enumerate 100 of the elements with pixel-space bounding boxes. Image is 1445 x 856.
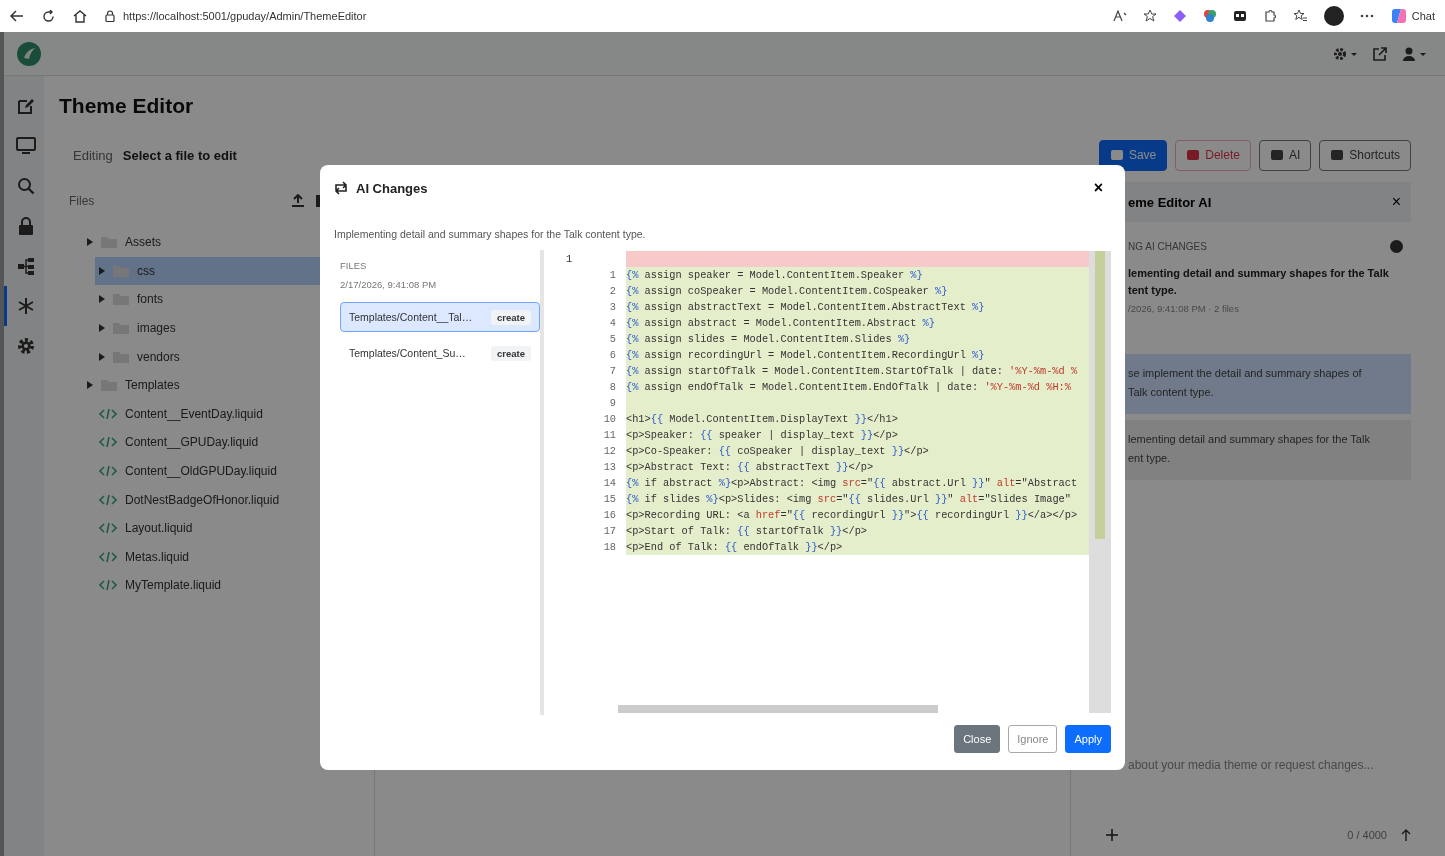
code-icon (99, 550, 117, 563)
copilot-icon (1389, 8, 1408, 24)
external-link-icon[interactable] (1373, 46, 1387, 61)
panel-title: eme Editor AI (1128, 194, 1212, 210)
caret-icon (87, 381, 93, 390)
sync-icon (334, 181, 348, 195)
line-number: 9 (608, 397, 617, 409)
scrollbar[interactable] (618, 705, 938, 713)
page-title: Theme Editor (59, 94, 195, 118)
modal-title: AI Changes (356, 180, 428, 196)
line-number: 18 (602, 541, 617, 553)
dialog-button[interactable]: Ignore (1008, 725, 1058, 753)
line-number: 13 (602, 461, 617, 473)
timestamp: 2/17/2026, 9:41:08 PM (340, 279, 438, 290)
line-number: 4 (608, 317, 617, 329)
monitor-icon (15, 137, 36, 155)
line-number: 7 (608, 365, 617, 377)
lock-icon (17, 217, 34, 235)
profile-avatar[interactable] (1323, 6, 1344, 26)
upload-icon[interactable] (291, 194, 305, 208)
sitemap-icon (16, 257, 35, 275)
section-heading: NG AI CHANGES (1128, 241, 1207, 252)
send-icon[interactable] (1401, 829, 1411, 841)
action-badge: create (491, 345, 531, 361)
file-row[interactable]: DotNestBadgeOfHonor.liquid (95, 485, 329, 514)
refresh-icon[interactable] (42, 9, 55, 23)
line-number: 10 (602, 413, 617, 425)
file-row[interactable]: Metas.liquid (95, 542, 329, 572)
logo-icon[interactable] (16, 40, 42, 67)
caret-icon (99, 295, 105, 304)
diamond-icon[interactable] (1172, 9, 1187, 23)
toolbar-button[interactable]: AI (1258, 139, 1312, 171)
change-title: lementing detail and summary shapes for the Talk (1128, 266, 1390, 281)
line-number: 16 (602, 509, 617, 521)
toolbar-button[interactable]: Delete (1175, 139, 1251, 171)
line-number: 1 (608, 269, 617, 281)
caret-icon (87, 238, 93, 247)
home-icon[interactable] (73, 9, 87, 23)
file-item[interactable]: Templates/Content_Su… create (340, 338, 540, 368)
line-number: 15 (602, 493, 617, 505)
address-bar[interactable]: https://localhost:5001/gpuday/Admin/ThemeEditor (105, 10, 367, 22)
code-icon (99, 407, 117, 420)
code-icon (99, 522, 117, 535)
folder-row[interactable]: images (95, 313, 329, 343)
change-title: tent type. (1128, 283, 1178, 298)
folder-row[interactable]: vendors (95, 342, 329, 371)
file-row[interactable]: MyTemplate.liquid (95, 571, 329, 600)
caret-icon (99, 324, 105, 333)
file-row[interactable]: Content__EventDay.liquid (95, 399, 329, 429)
line-number: 2 (608, 285, 617, 297)
code-icon (99, 579, 117, 592)
line-number: 6 (608, 349, 617, 361)
line-number: 11 (602, 429, 617, 441)
line-number: 12 (602, 445, 617, 457)
settings-icon[interactable] (1333, 46, 1357, 61)
folder-row[interactable]: Assets (83, 228, 329, 257)
line-number: 3 (608, 301, 617, 313)
caret-icon (99, 352, 105, 361)
line-number: 5 (608, 333, 617, 345)
modal-description: Implementing detail and summary shapes for the Talk content type. (333, 227, 647, 242)
folder-row[interactable]: Templates (83, 370, 329, 400)
code-icon (99, 465, 117, 478)
back-icon[interactable] (10, 10, 24, 22)
plus-icon[interactable] (1106, 829, 1118, 841)
file-row[interactable]: Content__GPUDay.liquid (95, 428, 329, 457)
code-icon (99, 493, 117, 506)
gear-icon (16, 337, 35, 355)
line-number: 14 (602, 477, 617, 489)
extension-icon[interactable] (1232, 9, 1247, 23)
line-number: 1 (565, 253, 574, 265)
more-icon[interactable] (1359, 14, 1374, 18)
file-item[interactable]: Templates/Content__Tal… create (340, 302, 540, 332)
files-heading: FILES (340, 260, 368, 271)
dialog-button[interactable]: Apply (1065, 725, 1111, 753)
toolbar-button[interactable]: Save (1098, 139, 1168, 171)
user-icon[interactable] (1403, 46, 1427, 61)
char-counter: 0 / 4000 (1347, 829, 1387, 841)
toolbar-button[interactable]: Shortcuts (1319, 139, 1411, 171)
line-number: 17 (602, 525, 617, 537)
read-aloud-icon[interactable] (1112, 10, 1127, 22)
editing-file: Select a file to edit (122, 147, 237, 163)
close-button[interactable]: × (1381, 193, 1411, 211)
dialog-button[interactable]: Close (954, 725, 1001, 753)
line-number: 8 (608, 381, 617, 393)
chat-input[interactable]: about your media theme or request changes... (1076, 750, 1411, 780)
scrollbar[interactable] (1089, 251, 1111, 713)
chat-button[interactable]: Chat (1389, 8, 1435, 24)
file-row[interactable]: Content__OldGPUDay.liquid (95, 456, 329, 486)
puzzle-icon[interactable] (1262, 9, 1277, 23)
file-row[interactable]: Layout.liquid (95, 513, 329, 543)
star-icon[interactable] (1142, 9, 1157, 23)
close-button[interactable]: × (1089, 179, 1107, 197)
editing-label: Editing (73, 147, 113, 163)
search-icon (16, 177, 35, 195)
snowflake-icon (16, 297, 35, 315)
color-wheel-icon[interactable] (1202, 9, 1217, 23)
folder-row[interactable]: fonts (95, 285, 329, 314)
code-icon (99, 436, 117, 449)
favorites-icon[interactable] (1292, 9, 1308, 23)
caret-icon (99, 266, 105, 275)
